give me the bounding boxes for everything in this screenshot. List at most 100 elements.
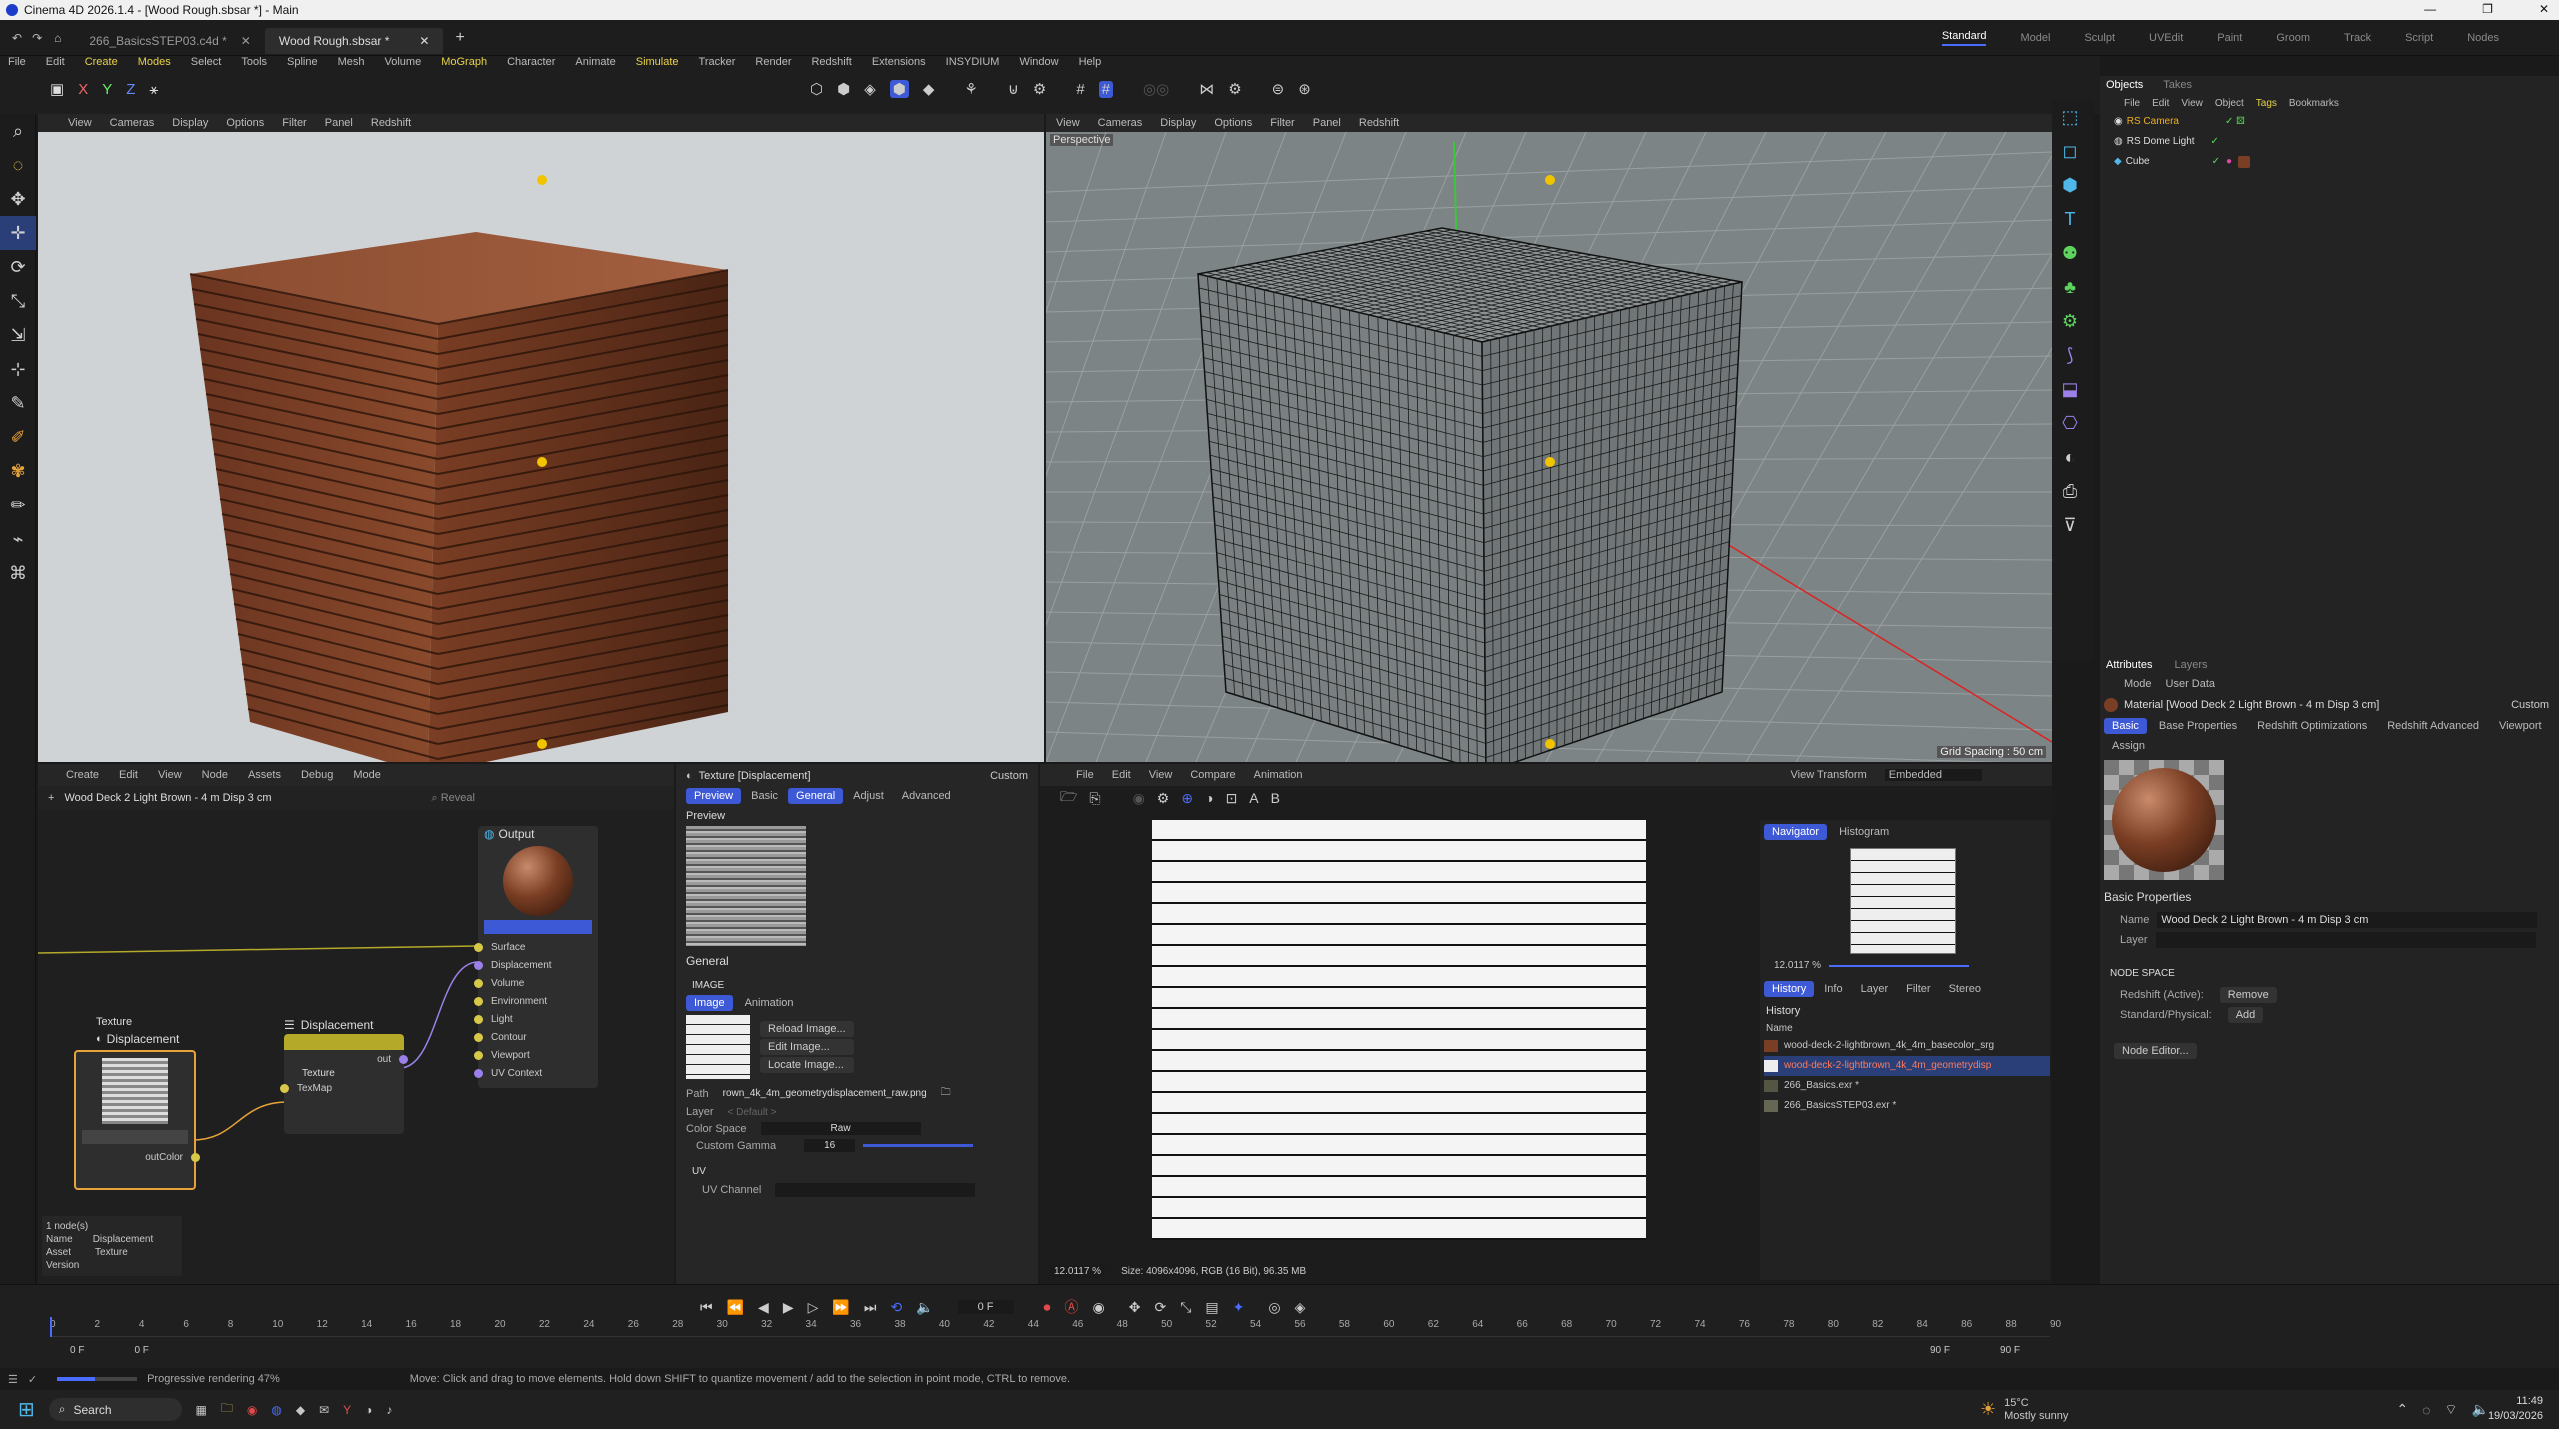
material-tag-wood-icon[interactable] [2238,156,2251,168]
axis-x-icon[interactable]: X [78,81,88,98]
port-displacement[interactable]: Displacement [474,956,598,974]
ne-menu-debug[interactable]: Debug [301,769,333,781]
object-row-cube[interactable]: ◆ Cube ✓ ● [2114,152,2559,172]
menu-edit[interactable]: Edit [46,56,65,72]
keyframe-icon[interactable]: ◉ [1093,1299,1105,1316]
menu-character[interactable]: Character [507,56,555,72]
om-menu-bookmarks[interactable]: Bookmarks [2289,98,2339,109]
search-icon[interactable]: ⌕ [0,114,36,148]
tex-tab-basic[interactable]: Basic [743,788,786,804]
menu-create[interactable]: Create [85,56,118,72]
redo-icon[interactable]: ↷ [32,31,42,45]
key-pla-icon[interactable]: ✦ [1233,1299,1245,1316]
menu-animate[interactable]: Animate [575,56,615,72]
gear2-icon[interactable]: ⚙ [1228,80,1241,98]
name-field[interactable]: Wood Deck 2 Light Brown - 4 m Disp 3 cm [2157,912,2538,928]
menu-tools[interactable]: Tools [241,56,267,72]
port-outcolor[interactable]: outColor [76,1148,200,1166]
object-row-rs-camera[interactable]: ◉ RS Camera ✓ ⚄ [2114,112,2559,132]
attr-user-data[interactable]: User Data [2166,678,2216,690]
menu-tracker[interactable]: Tracker [699,56,736,72]
magnet-icon[interactable]: ⊍ [1008,80,1019,98]
preview-end[interactable]: 90 F [1930,1345,1950,1356]
model-mode-icon[interactable]: ▣ [50,80,64,98]
move-tool-icon[interactable]: ✛ [0,216,36,250]
attr-tab-assign[interactable]: Assign [2104,738,2153,754]
output-node[interactable]: ◍ Output Surface Displacement Volume Envi… [474,826,598,1088]
points-mode-icon[interactable]: ⬡ [810,80,823,98]
texture-preset[interactable]: Custom [990,770,1028,782]
material-tag-icon[interactable]: ● [2226,152,2232,172]
start-frame[interactable]: 0 F [70,1345,84,1356]
zoom-readout[interactable]: 12.0117 % [1050,1265,1106,1278]
end-frame[interactable]: 90 F [2000,1345,2020,1356]
cloner-icon[interactable]: ♣ [2052,270,2088,304]
vp1-menu-options[interactable]: Options [226,117,264,129]
tray-network-icon[interactable]: ◌ [2422,1402,2430,1418]
light-icon[interactable]: ⊽ [2052,508,2088,542]
autokey-icon[interactable]: Ⓐ [1065,1297,1079,1317]
app-icon-3[interactable]: Y [343,1403,351,1417]
effector-icon[interactable]: ⚙ [2052,304,2088,338]
vp2-menu-view[interactable]: View [1056,117,1080,129]
port-out[interactable]: out [284,1050,414,1068]
axis-tool-icon[interactable]: ⊹ [0,352,36,386]
ne-menu-view[interactable]: View [158,769,182,781]
port-environment[interactable]: Environment [474,992,598,1010]
remove-button[interactable]: Remove [2219,987,2277,1003]
pv-menu-file[interactable]: File [1076,769,1094,781]
pv-menu-compare[interactable]: Compare [1190,769,1235,781]
motion-icon[interactable]: ◎ [1268,1299,1280,1316]
vp2-menu-redshift[interactable]: Redshift [1359,117,1399,129]
record-icon[interactable]: ⏺ [1044,1299,1051,1316]
paint-tool-icon[interactable]: ✾ [0,454,36,488]
om-menu-file[interactable]: File [2124,98,2140,109]
menu-file[interactable]: File [8,56,26,72]
om-menu-edit[interactable]: Edit [2152,98,2169,109]
polygon-pen-icon[interactable]: ⌘ [0,556,36,590]
reload-image-button[interactable]: Reload Image... [760,1021,854,1037]
uv-mode-icon[interactable]: ◆ [923,80,935,98]
minimize-icon[interactable]: — [2424,2,2436,16]
viewport-top-left[interactable]: View Cameras Display Options Filter Pane… [38,114,1044,774]
settings-icon[interactable]: ⚙ [1033,80,1046,98]
play-icon[interactable]: ▶ [783,1299,794,1316]
sculpt-icon[interactable]: ⊜ [1272,80,1285,98]
new-tab-icon[interactable]: + [455,29,464,47]
timeline-ruler[interactable]: 0 2 4 6 8 10 12 14 16 18 20 22 24 26 28 30 32 34 36 38 40 42 4… [50,1317,2061,1337]
loop-icon[interactable]: ⟲ [890,1299,902,1316]
tab-attributes[interactable]: Attributes [2106,659,2152,671]
home-icon[interactable]: ⌂ [54,31,61,45]
axis-z-icon[interactable]: Z [126,81,135,98]
windows-start-icon[interactable]: ⊞ [18,1397,35,1422]
pen-tool-icon[interactable]: ✎ [0,386,36,420]
tex-tab-preview[interactable]: Preview [686,788,742,804]
history-item-basecolor[interactable]: wood-deck-2-lightbrown_4k_4m_basecolor_s… [1764,1036,2050,1056]
history-item-basics-exr[interactable]: 266_Basics.exr * [1764,1076,2050,1096]
menu-help[interactable]: Help [1079,56,1102,72]
prev-frame-icon[interactable]: ◀ [758,1299,769,1316]
vp1-menu-cameras[interactable]: Cameras [110,117,155,129]
om-menu-object[interactable]: Object [2215,98,2244,109]
menu-insydium[interactable]: INSYDIUM [946,56,1000,72]
gamma-slider[interactable] [863,1144,974,1147]
tex-tab-general[interactable]: General [788,788,844,804]
menu-render[interactable]: Render [755,56,791,72]
save-icon[interactable]: ⎘ [1089,790,1100,807]
vp1-menu-display[interactable]: Display [172,117,208,129]
history-tab[interactable]: History [1764,981,1815,997]
close-icon[interactable]: ✕ [2539,2,2549,16]
snap-icon[interactable]: ⚘ [964,80,977,98]
edit-image-button[interactable]: Edit Image... [760,1039,854,1055]
interactive-render-icon[interactable]: ⊛ [1298,80,1311,98]
port-contour[interactable]: Contour [474,1028,598,1046]
vp2-menu-panel[interactable]: Panel [1313,117,1341,129]
viewport-perspective[interactable]: View Cameras Display Options Filter Pane… [1046,114,2052,762]
key-pos-icon[interactable]: ✥ [1129,1299,1141,1316]
cube-primitive-icon[interactable]: ◻ [2052,134,2088,168]
layout-model[interactable]: Model [2020,32,2050,44]
history-item-step03-exr[interactable]: 266_BasicsSTEP03.exr * [1764,1096,2050,1116]
add-node-icon[interactable]: + [48,792,54,804]
cinema4d-icon[interactable]: ◍ [271,1403,281,1417]
ne-menu-create[interactable]: Create [66,769,99,781]
